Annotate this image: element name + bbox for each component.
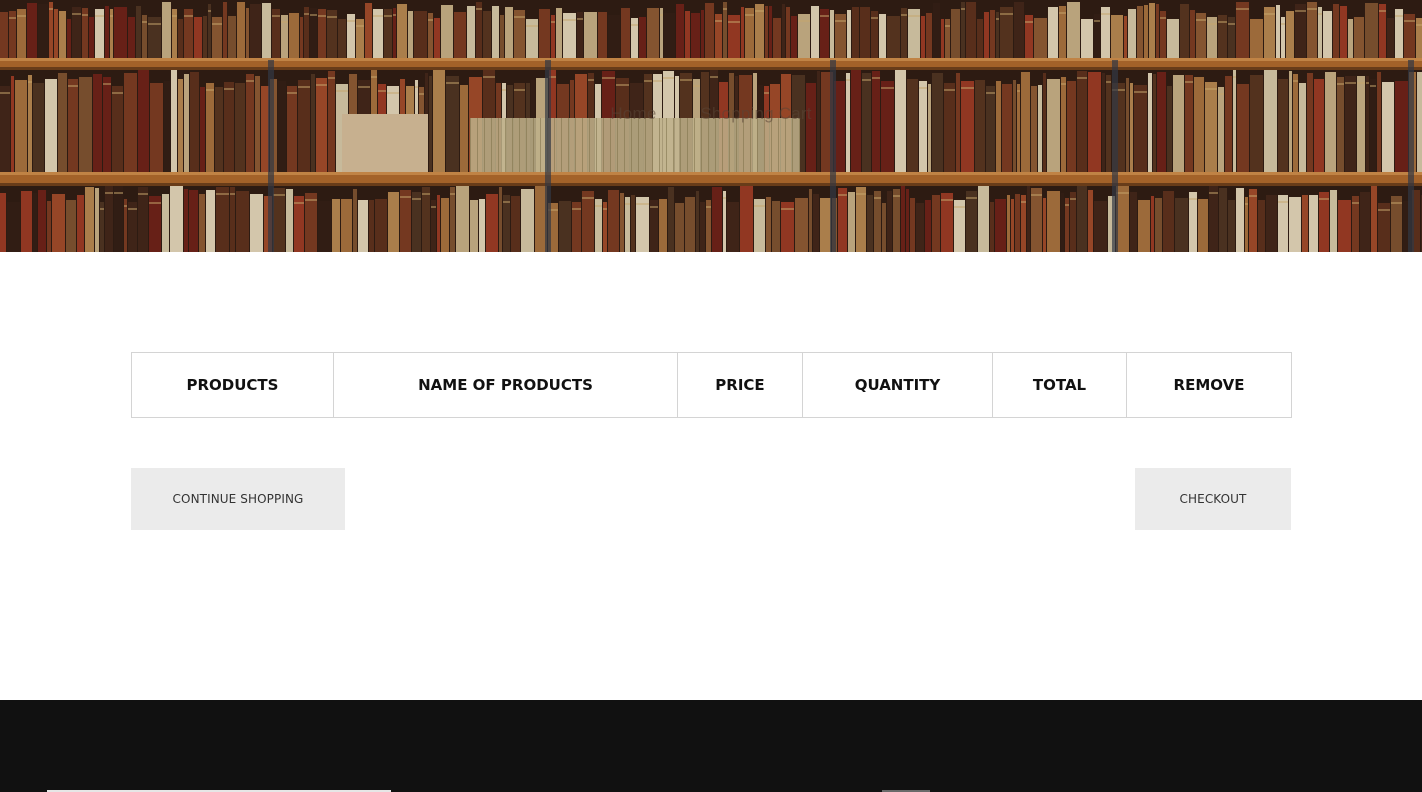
continue-shopping-button[interactable]: CONTINUE SHOPPING bbox=[131, 468, 345, 530]
column-header-products: PRODUCTS bbox=[131, 352, 334, 418]
column-header-remove: REMOVE bbox=[1126, 352, 1292, 418]
hero-banner: Home Shopping Cart bbox=[0, 0, 1422, 252]
column-header-total: TOTAL bbox=[992, 352, 1127, 418]
breadcrumb-current: Shopping Cart bbox=[700, 104, 812, 123]
checkout-button[interactable]: CHECKOUT bbox=[1135, 468, 1291, 530]
breadcrumb: Home Shopping Cart bbox=[0, 104, 1422, 124]
column-header-quantity: QUANTITY bbox=[802, 352, 993, 418]
breadcrumb-home-link[interactable]: Home bbox=[610, 104, 656, 123]
bookshelf-background-image bbox=[0, 0, 1422, 252]
table-header-row: PRODUCTS NAME OF PRODUCTS PRICE QUANTITY… bbox=[131, 352, 1292, 418]
cart-table: PRODUCTS NAME OF PRODUCTS PRICE QUANTITY… bbox=[131, 352, 1292, 418]
footer bbox=[0, 700, 1422, 792]
column-header-name-of-products: NAME OF PRODUCTS bbox=[333, 352, 678, 418]
column-header-price: PRICE bbox=[677, 352, 803, 418]
